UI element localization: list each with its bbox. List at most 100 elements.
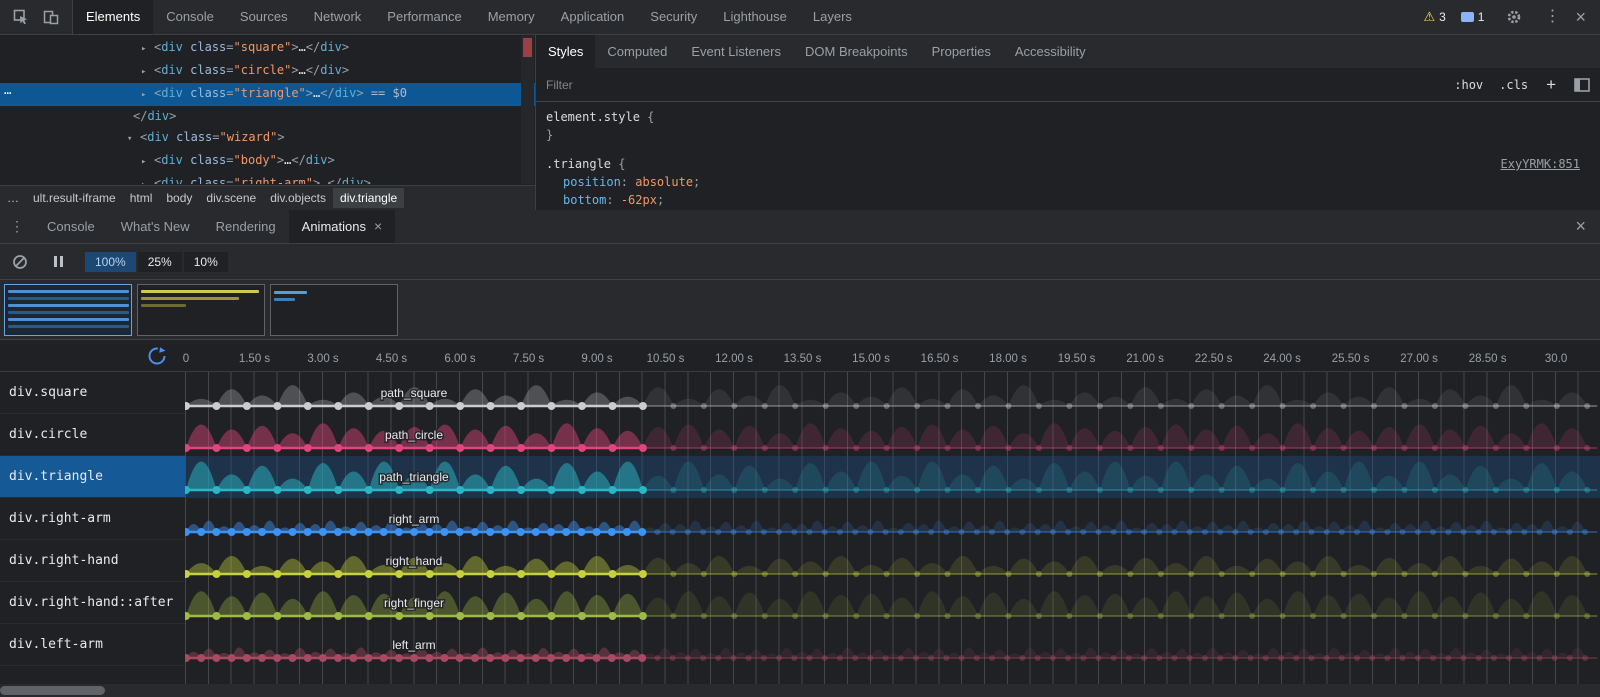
dom-tree-node-square[interactable]: ▸<div class="square">…</div> bbox=[0, 37, 535, 60]
css-selector-line[interactable]: element.style { bbox=[546, 108, 1580, 126]
clear-all-icon[interactable] bbox=[12, 254, 28, 270]
breadcrumb-item[interactable]: div.scene bbox=[199, 188, 263, 208]
collapse-sidebar-icon[interactable] bbox=[1574, 78, 1590, 92]
css-property[interactable]: position: absolute; bbox=[546, 173, 1580, 191]
pause-button[interactable] bbox=[54, 256, 63, 267]
breadcrumb-item[interactable]: html bbox=[123, 188, 160, 208]
track-node-label[interactable]: div.circle bbox=[0, 414, 185, 456]
drawer-tab-console[interactable]: Console bbox=[34, 210, 108, 243]
track-row[interactable] bbox=[0, 666, 1600, 684]
track-canvas[interactable]: right_hand bbox=[185, 540, 1600, 582]
speed-button-10[interactable]: 10% bbox=[184, 252, 228, 272]
dom-tree-node-wizard[interactable]: ▾<div class="wizard"> bbox=[0, 127, 535, 150]
animation-group-preview-3[interactable] bbox=[270, 284, 398, 336]
speed-button-25[interactable]: 25% bbox=[138, 252, 182, 272]
breadcrumb-item[interactable]: body bbox=[159, 188, 199, 208]
css-property[interactable]: bottom: -62px; bbox=[546, 191, 1580, 209]
track-node-label[interactable]: div.right-hand::after bbox=[0, 582, 185, 624]
drawer-tab-what-s-new[interactable]: What's New bbox=[108, 210, 203, 243]
speed-button-100[interactable]: 100% bbox=[85, 252, 136, 272]
track-canvas[interactable] bbox=[185, 666, 1600, 684]
tab-sources[interactable]: Sources bbox=[227, 0, 301, 34]
inspect-icon[interactable] bbox=[6, 4, 36, 30]
expand-arrow-icon[interactable]: ▸ bbox=[141, 62, 154, 83]
track-node-label[interactable]: div.left-arm bbox=[0, 624, 185, 666]
tab-lighthouse[interactable]: Lighthouse bbox=[710, 0, 800, 34]
track-row-div-right-hand-after[interactable]: div.right-hand::afterright_finger bbox=[0, 582, 1600, 624]
replay-button[interactable] bbox=[147, 346, 167, 366]
css-selector-line[interactable]: .triangle {ExyYRMK:851 bbox=[546, 155, 1580, 173]
hover-state-toggle[interactable]: :hov bbox=[1454, 78, 1483, 92]
track-canvas[interactable]: path_square bbox=[185, 372, 1600, 414]
message-badge[interactable]: 1 bbox=[1461, 10, 1485, 24]
track-node-label[interactable]: div.right-hand bbox=[0, 540, 185, 582]
tab-memory[interactable]: Memory bbox=[475, 0, 548, 34]
track-node-label[interactable]: div.triangle bbox=[0, 456, 185, 498]
track-canvas[interactable]: path_triangle bbox=[185, 456, 1600, 498]
breadcrumb-item[interactable]: div.objects bbox=[263, 188, 333, 208]
drawer-menu-icon[interactable]: ⋮ bbox=[0, 218, 34, 235]
track-canvas[interactable]: right_finger bbox=[185, 582, 1600, 624]
breadcrumb-item[interactable]: … bbox=[0, 188, 26, 208]
drawer-close-icon[interactable]: × bbox=[1561, 216, 1600, 237]
styles-tab-computed[interactable]: Computed bbox=[595, 35, 679, 68]
dom-tree-node-triangle[interactable]: ⋯▸<div class="triangle">…</div> == $0 bbox=[0, 83, 535, 106]
close-icon[interactable]: × bbox=[1575, 8, 1586, 26]
tab-performance[interactable]: Performance bbox=[374, 0, 474, 34]
track-node-label[interactable]: div.right-arm bbox=[0, 498, 185, 540]
tab-layers[interactable]: Layers bbox=[800, 0, 865, 34]
track-row-div-right-hand[interactable]: div.right-handright_hand bbox=[0, 540, 1600, 582]
animation-group-preview-1[interactable] bbox=[4, 284, 132, 336]
gear-icon[interactable] bbox=[1499, 4, 1529, 30]
node-menu-icon[interactable]: ⋯ bbox=[4, 83, 10, 104]
styles-tab-styles[interactable]: Styles bbox=[536, 35, 595, 68]
track-row-div-left-arm[interactable]: div.left-armleft_arm bbox=[0, 624, 1600, 666]
class-toggle[interactable]: .cls bbox=[1499, 78, 1528, 92]
device-toolbar-icon[interactable] bbox=[36, 4, 66, 30]
dom-tree-node[interactable]: </div> bbox=[0, 106, 535, 127]
expand-arrow-icon[interactable]: ▸ bbox=[141, 152, 154, 173]
track-canvas[interactable]: left_arm bbox=[185, 624, 1600, 666]
track-row-div-square[interactable]: div.squarepath_square bbox=[0, 372, 1600, 414]
styles-tab-accessibility[interactable]: Accessibility bbox=[1003, 35, 1098, 68]
expand-arrow-icon[interactable]: ▸ bbox=[141, 175, 154, 184]
track-canvas[interactable]: right_arm bbox=[185, 498, 1600, 540]
styles-tab-dom-breakpoints[interactable]: DOM Breakpoints bbox=[793, 35, 920, 68]
css-source-link[interactable]: ExyYRMK:851 bbox=[1501, 155, 1580, 173]
styles-tab-event-listeners[interactable]: Event Listeners bbox=[679, 35, 793, 68]
dom-tree-node-body[interactable]: ▸<div class="body">…</div> bbox=[0, 150, 535, 173]
styles-tab-properties[interactable]: Properties bbox=[920, 35, 1003, 68]
track-row-div-right-arm[interactable]: div.right-armright_arm bbox=[0, 498, 1600, 540]
animation-group-preview-2[interactable] bbox=[137, 284, 265, 336]
horizontal-scrollbar-thumb[interactable] bbox=[0, 686, 105, 695]
kebab-menu-icon[interactable]: ⋮ bbox=[1544, 9, 1560, 25]
track-canvas[interactable]: path_circle bbox=[185, 414, 1600, 456]
drawer-tab-rendering[interactable]: Rendering bbox=[203, 210, 289, 243]
timeline-header: 01.50 s3.00 s4.50 s6.00 s7.50 s9.00 s10.… bbox=[0, 340, 1600, 372]
warning-badge[interactable]: ⚠ 3 bbox=[1423, 9, 1445, 25]
tab-elements[interactable]: Elements bbox=[73, 0, 153, 34]
scrollbar[interactable] bbox=[521, 36, 534, 184]
breadcrumb-item[interactable]: ult.result-iframe bbox=[26, 188, 123, 208]
expand-arrow-open-icon[interactable]: ▾ bbox=[127, 129, 140, 150]
tab-security[interactable]: Security bbox=[637, 0, 710, 34]
expand-arrow-icon[interactable]: ▸ bbox=[141, 39, 154, 60]
horizontal-scrollbar[interactable] bbox=[0, 684, 1600, 697]
track-row-div-circle[interactable]: div.circlepath_circle bbox=[0, 414, 1600, 456]
preview-bar bbox=[8, 304, 129, 307]
dom-tree-node-right-arm[interactable]: ▸<div class="right-arm">…</div> bbox=[0, 173, 535, 184]
track-node-label[interactable]: div.square bbox=[0, 372, 185, 414]
new-style-rule-button[interactable]: + bbox=[1546, 75, 1556, 95]
breadcrumb-item[interactable]: div.triangle bbox=[333, 188, 404, 208]
track-node-label[interactable] bbox=[0, 666, 185, 684]
expand-arrow-icon[interactable]: ▸ bbox=[141, 85, 154, 106]
filter-input[interactable] bbox=[546, 78, 1438, 92]
scrollbar-thumb[interactable] bbox=[523, 38, 532, 57]
drawer-tab-animations[interactable]: Animations× bbox=[289, 210, 396, 243]
tab-network[interactable]: Network bbox=[301, 0, 375, 34]
track-row-div-triangle[interactable]: div.trianglepath_triangle bbox=[0, 456, 1600, 498]
tab-console[interactable]: Console bbox=[153, 0, 227, 34]
dom-tree-node-circle[interactable]: ▸<div class="circle">…</div> bbox=[0, 60, 535, 83]
tab-application[interactable]: Application bbox=[548, 0, 638, 34]
close-tab-icon[interactable]: × bbox=[374, 210, 382, 243]
